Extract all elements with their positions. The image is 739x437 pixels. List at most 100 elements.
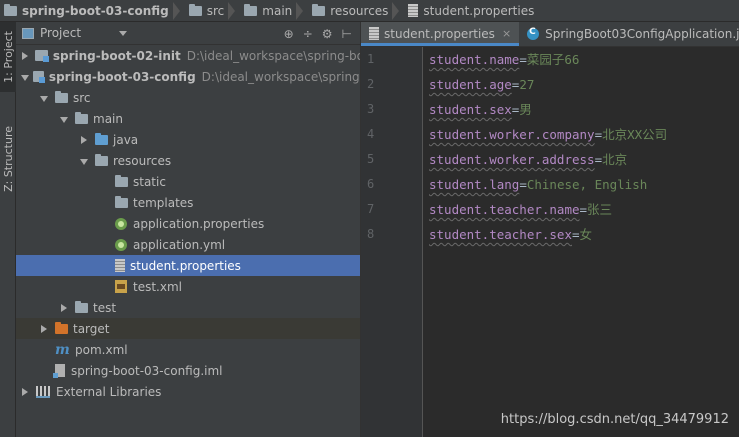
tree-item-test[interactable]: test [16,297,360,318]
project-tool-tab-label: 1: Project [1,31,15,83]
editor-tab-bar: student.properties × SpringBoot03ConfigA… [361,22,739,47]
property-key: student.lang [429,177,520,192]
breadcrumb-item-file[interactable]: student.properties [404,0,538,21]
tab-student-properties[interactable]: student.properties × [361,22,520,46]
line-number: 1 [367,52,375,66]
tree-item-spring-boot-02-init[interactable]: spring-boot-02-init D:\ideal_workspace\s… [16,45,360,66]
tree-item-application-yml[interactable]: application.yml [16,234,360,255]
chevron-right-icon[interactable] [79,135,89,145]
code-line[interactable]: student.worker.address=北京 [429,147,627,172]
tree-item-label: templates [133,195,194,210]
collapse-all-icon[interactable]: ÷ [303,27,313,41]
properties-file-icon [369,27,379,40]
project-tool-tab[interactable]: 1: Project [0,22,16,92]
close-icon[interactable]: × [502,27,511,40]
chevron-right-icon[interactable] [20,51,29,61]
tree-item-label: target [73,321,110,336]
properties-file-icon [115,259,125,272]
breadcrumb-item-project[interactable]: spring-boot-03-config [0,0,173,21]
breadcrumb-label: resources [330,3,389,18]
equals-sign: = [579,202,588,217]
chevron-down-icon[interactable] [20,72,30,82]
gear-icon[interactable]: ⚙ [322,27,333,41]
tree-item-main[interactable]: main [16,108,360,129]
property-key: student.worker.address [429,152,595,167]
spring-leaf-icon [115,238,127,251]
tree-item-external-libraries[interactable]: External Libraries [16,381,360,402]
tree-item-resources[interactable]: resources [16,150,360,171]
property-value: 北京 [602,152,628,167]
module-file-icon [53,364,65,378]
structure-tool-tab-label: Z: Structure [1,126,15,192]
chevron-right-icon[interactable] [20,387,30,397]
property-key: student.teacher.sex [429,227,572,242]
line-number: 2 [367,77,375,91]
property-key: student.worker.company [429,127,595,142]
tree-item-label: main [93,111,123,126]
breadcrumb-item-src[interactable]: src [185,0,229,21]
locate-file-icon[interactable]: ⊕ [284,27,294,41]
breadcrumb-item-resources[interactable]: resources [308,0,392,21]
tree-item-path: D:\ideal_workspace\spring-bo [186,48,360,63]
breadcrumb-item-main[interactable]: main [240,0,296,21]
tree-item-iml[interactable]: spring-boot-03-config.iml [16,360,360,381]
tree-item-test-xml[interactable]: test.xml [16,276,360,297]
code-editor[interactable]: student.name=菜园子66 student.age=27 studen… [429,47,739,437]
chevron-down-icon[interactable] [119,30,128,36]
code-line[interactable]: student.lang=Chinese, English [429,172,647,197]
tree-item-target[interactable]: target [16,318,360,339]
source-folder-icon [95,132,108,145]
breadcrumb: spring-boot-03-config src main resources… [0,0,739,22]
code-line[interactable]: student.name=菜园子66 [429,47,579,72]
tree-item-label: spring-boot-03-config.iml [71,363,223,378]
chevron-right-icon[interactable] [59,303,69,313]
class-icon [527,27,540,40]
folder-icon [75,300,88,313]
code-line[interactable]: student.worker.company=北京XX公司 [429,122,667,147]
breadcrumb-separator [392,0,404,21]
tree-item-label: spring-boot-02-init [52,48,181,63]
line-number: 6 [367,177,375,191]
tree-item-src[interactable]: src [16,87,360,108]
maven-icon: m [55,341,70,358]
tree-item-label: test.xml [133,279,182,294]
tree-item-student-properties[interactable]: student.properties [16,255,360,276]
breadcrumb-separator [228,0,240,21]
project-view-selector[interactable]: Project [40,26,81,40]
watermark: https://blog.csdn.net/qq_34479912 [500,412,729,427]
line-number: 8 [367,227,375,241]
code-line[interactable]: student.teacher.sex=女 [429,222,592,247]
breadcrumb-separator [172,0,185,21]
module-folder-icon [35,50,49,62]
tree-item-label: static [133,174,166,189]
property-value: 菜园子66 [526,52,580,67]
chevron-down-icon[interactable] [39,93,49,103]
project-panel: Project ⊕ ÷ ⚙ ⊢ spring-boot-02-init D:\i… [16,22,360,437]
code-line[interactable]: student.sex=男 [429,97,532,122]
tree-item-templates[interactable]: templates [16,192,360,213]
chevron-down-icon[interactable] [59,114,69,124]
tree-item-label: application.properties [133,216,265,231]
equals-sign: = [594,127,603,142]
property-key: student.age [429,77,512,92]
chevron-down-icon[interactable] [79,156,89,166]
chevron-right-icon[interactable] [39,324,49,334]
tree-item-spring-boot-03-config[interactable]: spring-boot-03-config D:\ideal_workspace… [16,66,360,87]
tree-item-application-properties[interactable]: application.properties [16,213,360,234]
code-line[interactable]: student.age=27 [429,72,534,97]
tree-item-static[interactable]: static [16,171,360,192]
project-panel-toolbar: ⊕ ÷ ⚙ ⊢ [284,22,352,45]
code-line[interactable]: student.teacher.name=张三 [429,197,612,222]
folder-icon [75,111,88,124]
folder-icon [55,90,68,103]
tree-item-pom-xml[interactable]: m pom.xml [16,339,360,360]
project-tree: spring-boot-02-init D:\ideal_workspace\s… [16,45,360,437]
hide-panel-icon[interactable]: ⊢ [342,27,352,41]
tree-item-label: java [113,132,139,147]
structure-tool-tab[interactable]: Z: Structure [0,114,16,204]
property-value: 男 [519,102,532,117]
tab-springboot03configapplication[interactable]: SpringBoot03ConfigApplication.ja [519,22,739,46]
tree-item-java[interactable]: java [16,129,360,150]
tab-label: student.properties [384,26,495,41]
tree-item-label: spring-boot-03-config [48,69,196,84]
